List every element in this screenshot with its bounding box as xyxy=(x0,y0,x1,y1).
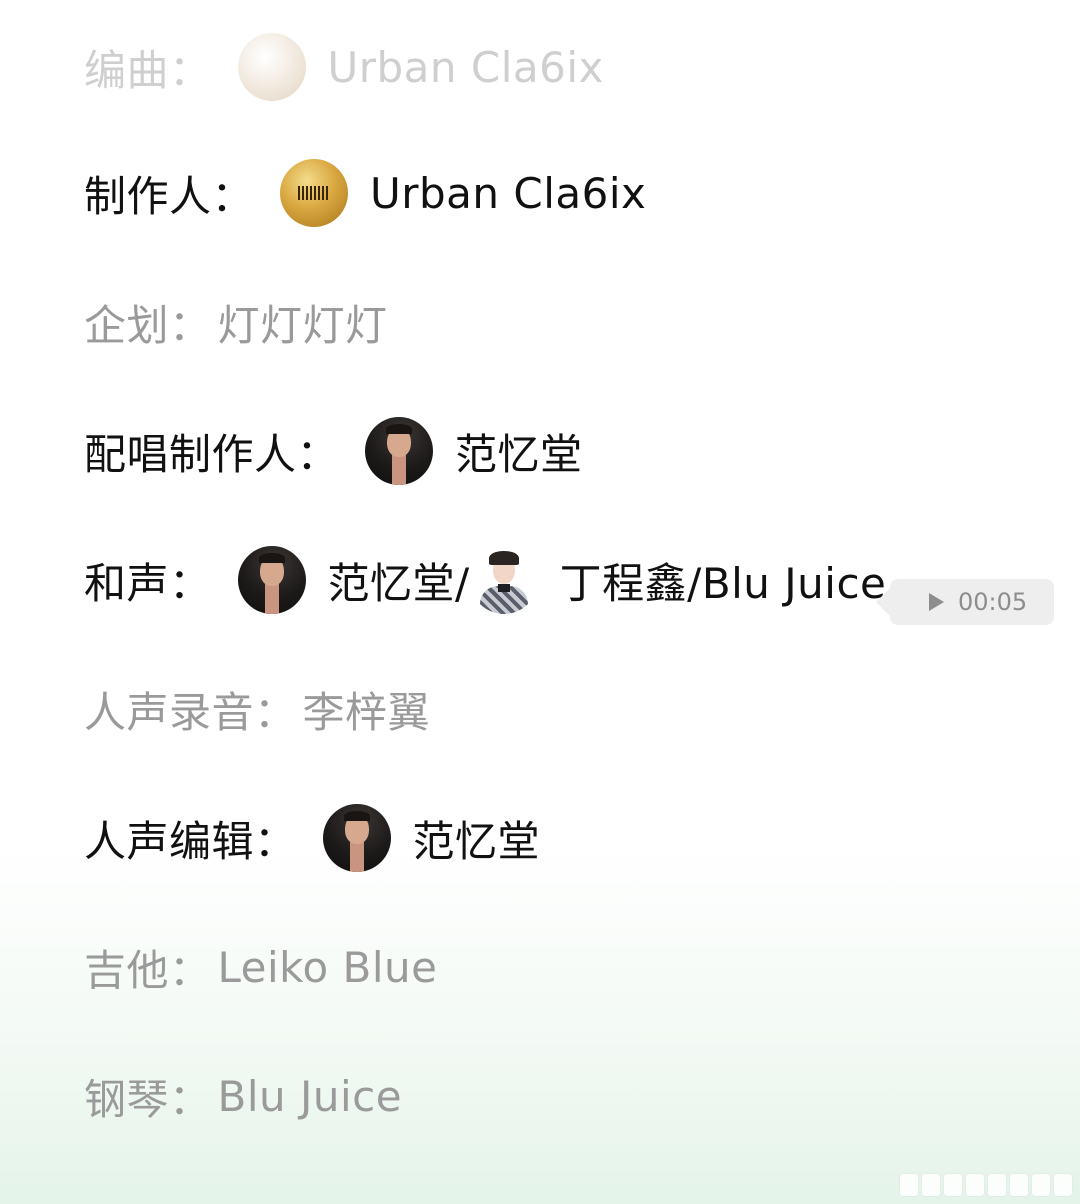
voice-message-bubble[interactable]: 00:05 xyxy=(876,579,1054,625)
credit-name: Blu Juice xyxy=(217,1071,403,1121)
credit-row-vocal-editing: 人声编辑： 范忆堂 xyxy=(84,803,540,873)
credit-name[interactable]: Urban Cla6ix xyxy=(370,169,646,218)
credit-role-label: 吉他： xyxy=(84,945,212,995)
credit-role-label: 钢琴： xyxy=(84,1074,212,1124)
credit-name[interactable]: 范忆堂 xyxy=(413,808,541,869)
credit-row-planning: 企划： 灯灯灯灯 xyxy=(84,287,388,357)
credit-row-guitar: 吉他： Leiko Blue xyxy=(84,932,438,1002)
credit-name[interactable]: 范忆堂 xyxy=(455,421,583,482)
credit-name: 李梓翼 xyxy=(302,687,431,737)
dark-portrait-avatar[interactable] xyxy=(365,417,434,485)
dark-portrait-avatar[interactable] xyxy=(322,804,391,872)
credit-row-backing-vocals: 和声： 范忆堂/ 丁程鑫/Blu Juice xyxy=(84,545,886,615)
credit-row-producer: 制作人： Urban Cla6ix xyxy=(84,158,646,228)
dark-portrait-avatar[interactable] xyxy=(237,546,306,614)
bottom-gradient-background xyxy=(0,844,1080,1204)
watermark xyxy=(900,1172,1072,1198)
credit-role-label: 人声编辑： xyxy=(84,816,297,866)
credit-name[interactable]: 丁程鑫/Blu Juice xyxy=(560,550,887,611)
credit-role-label: 企划： xyxy=(84,300,212,350)
gold-logo-avatar[interactable] xyxy=(237,33,306,101)
credit-role-label: 人声录音： xyxy=(84,687,297,737)
credit-name[interactable]: Urban Cla6ix xyxy=(328,43,604,92)
credit-row-piano: 钢琴： Blu Juice xyxy=(84,1061,402,1131)
credit-row-vocal-producer: 配唱制作人： 范忆堂 xyxy=(84,416,583,486)
credit-row-arranger: 编曲： Urban Cla6ix xyxy=(84,32,604,102)
play-icon[interactable] xyxy=(929,593,944,611)
light-portrait-avatar[interactable] xyxy=(469,546,538,614)
credit-name: 灯灯灯灯 xyxy=(217,300,388,350)
credit-role-label: 制作人： xyxy=(84,171,255,221)
credit-role-label: 和声： xyxy=(84,558,212,608)
credit-name: Leiko Blue xyxy=(217,942,438,992)
voice-duration: 00:05 xyxy=(958,588,1028,616)
gold-logo-avatar[interactable] xyxy=(280,159,349,227)
credit-row-vocal-recording: 人声录音： 李梓翼 xyxy=(84,674,430,744)
credit-role-label: 编曲： xyxy=(84,45,212,95)
credit-name[interactable]: 范忆堂/ xyxy=(328,550,470,611)
credit-role-label: 配唱制作人： xyxy=(84,429,340,479)
